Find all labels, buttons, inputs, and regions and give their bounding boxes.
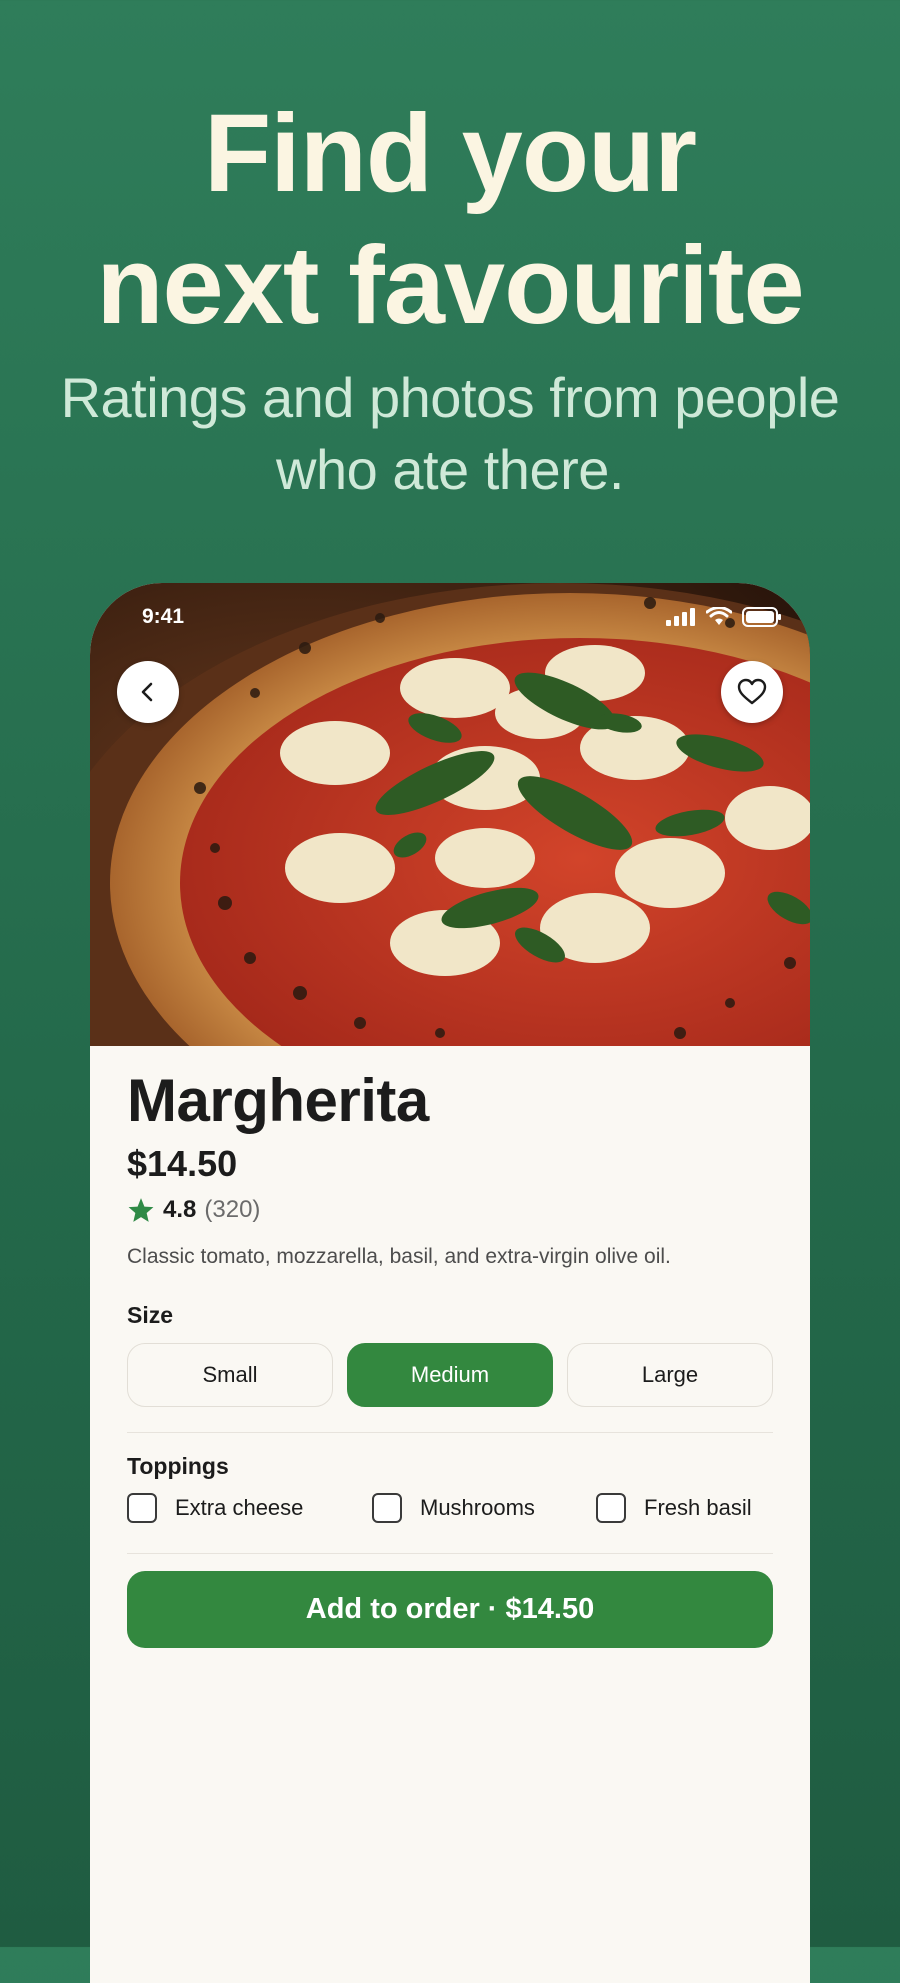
favorite-button[interactable] <box>721 661 783 723</box>
topping-fresh-basil[interactable]: Fresh basil <box>596 1493 752 1523</box>
chevron-left-icon <box>141 682 153 702</box>
hero-image: 9:41 <box>90 583 810 1046</box>
subline-line-2: who ate there. <box>276 438 624 501</box>
headline-line-2: next favourite <box>96 224 804 347</box>
extra-cheese-checkbox[interactable] <box>127 1493 157 1523</box>
headline-line-1: Find your <box>203 92 697 215</box>
topping-label: Fresh basil <box>644 1495 752 1520</box>
product-description: Classic tomato, mozzarella, basil, and e… <box>127 1245 671 1268</box>
product-name: Margherita <box>127 1067 429 1134</box>
pizza-photo <box>90 583 810 1046</box>
topping-label: Extra cheese <box>175 1495 304 1520</box>
rating-value: 4.8 <box>163 1196 197 1223</box>
toppings-options: Extra cheese Mushrooms Fresh basil <box>127 1493 773 1529</box>
status-icons <box>666 607 782 627</box>
promo-headline: Find your next favourite <box>0 88 900 352</box>
heart-icon <box>737 678 767 705</box>
size-selector: Small Medium Large <box>127 1343 773 1407</box>
toppings-label: Toppings <box>127 1453 229 1479</box>
product-price: $14.50 <box>127 1143 238 1184</box>
rating-row: 4.8 (320) <box>127 1196 260 1224</box>
signal-icon <box>666 608 695 626</box>
back-button[interactable] <box>117 661 179 723</box>
phone-screen: 9:41 Margherita $14.50 4.8 (320) Classic… <box>90 583 810 1983</box>
divider <box>127 1432 773 1433</box>
wifi-icon <box>706 607 732 625</box>
rating-count: (320) <box>204 1196 261 1223</box>
battery-icon <box>742 607 781 627</box>
size-option-large[interactable]: Large <box>567 1343 773 1407</box>
size-label: Size <box>127 1302 174 1328</box>
topping-label: Mushrooms <box>420 1495 535 1520</box>
topping-extra-cheese[interactable]: Extra cheese <box>127 1493 303 1523</box>
promo-subline: Ratings and photos from people who ate t… <box>0 362 900 506</box>
size-option-small[interactable]: Small <box>127 1343 333 1407</box>
status-time: 9:41 <box>142 605 185 628</box>
topping-mushrooms[interactable]: Mushrooms <box>372 1493 535 1523</box>
divider <box>127 1553 773 1554</box>
mushrooms-checkbox[interactable] <box>372 1493 402 1523</box>
star-icon <box>128 1198 154 1222</box>
subline-line-1: Ratings and photos from people <box>60 366 840 429</box>
fresh-basil-checkbox[interactable] <box>596 1493 626 1523</box>
size-option-medium[interactable]: Medium <box>347 1343 553 1407</box>
add-to-order-button[interactable]: Add to order · $14.50 <box>127 1571 773 1648</box>
